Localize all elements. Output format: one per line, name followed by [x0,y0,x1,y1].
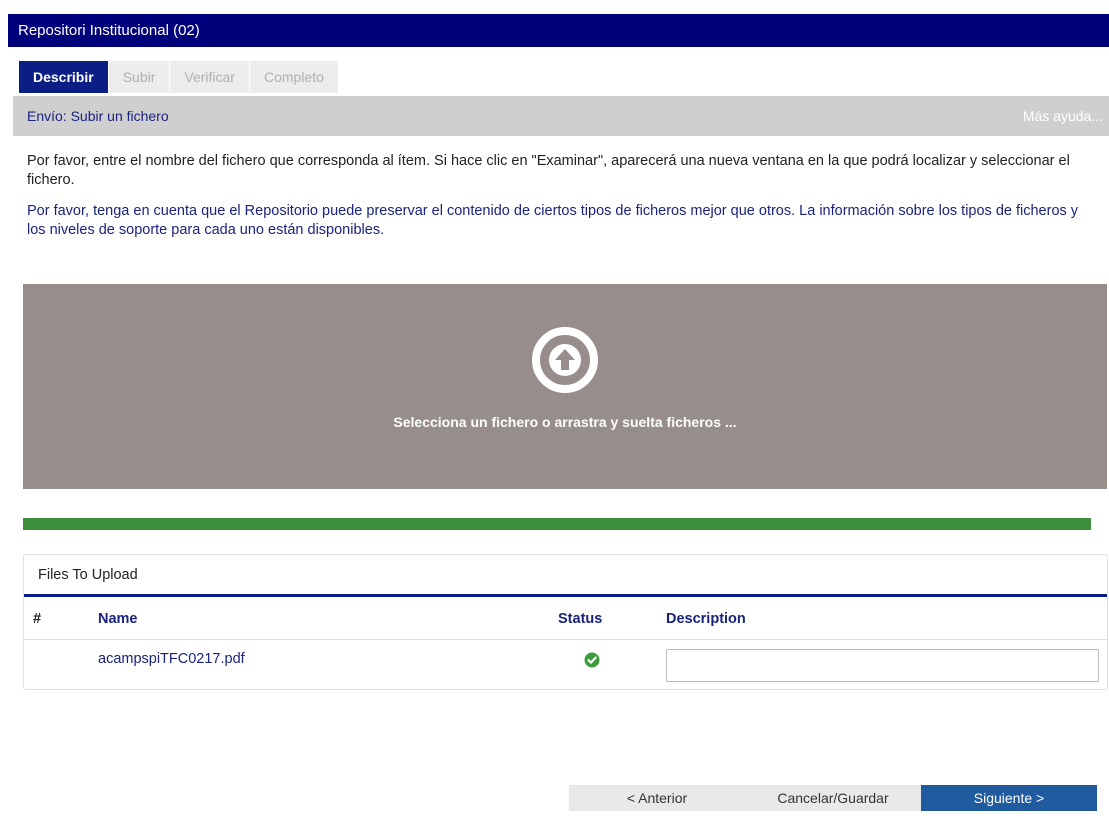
column-header-status: Status [558,611,603,627]
panel-title: Files To Upload [38,567,138,583]
section-title: Envío: Subir un fichero [27,108,169,124]
tab-completo[interactable]: Completo [249,61,339,93]
column-header-index: # [33,611,42,627]
instructions-paragraph-1: Por favor, entre el nombre del fichero q… [27,153,1070,188]
upload-progress-bar [23,518,1091,530]
file-name-cell: acampspiTFC0217.pdf [98,651,245,667]
repository-title-bar: Repositori Institucional (02) [8,14,1109,47]
tab-verificar[interactable]: Verificar [170,61,250,93]
more-help-link[interactable]: Más ayuda... [1023,96,1103,136]
next-button[interactable]: Siguiente > [921,785,1097,811]
column-header-description: Description [666,611,746,627]
instructions-paragraph-2: Por favor, tenga en cuenta que el Reposi… [27,203,1079,238]
tab-subir[interactable]: Subir [108,61,171,93]
header-row-divider [24,639,1107,640]
panel-divider [24,594,1107,597]
tab-describir[interactable]: Describir [19,61,109,93]
submission-steps-tabs: Describir Subir Verificar Completo [19,61,339,93]
files-to-upload-panel: Files To Upload # Name Status Descriptio… [23,554,1108,690]
dropzone-text[interactable]: Selecciona un fichero o arrastra y suelt… [23,414,1107,430]
file-description-input[interactable] [666,649,1099,682]
section-header: Envío: Subir un fichero Más ayuda... [13,96,1109,136]
column-header-name: Name [98,611,138,627]
upload-arrow-icon[interactable] [531,326,599,394]
previous-button[interactable]: < Anterior [569,785,745,811]
cancel-save-button[interactable]: Cancelar/Guardar [745,785,921,811]
check-circle-icon [584,652,600,668]
